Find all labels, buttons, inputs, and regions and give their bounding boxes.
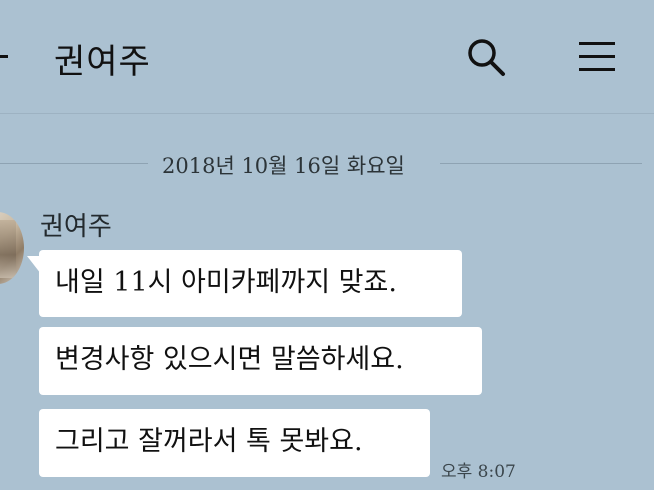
menu-line-bottom xyxy=(579,68,615,71)
message-bubble[interactable]: 그리고 잘꺼라서 톡 못봐요. xyxy=(39,409,430,477)
chat-title: 권여주 xyxy=(54,42,151,82)
back-arrow-icon[interactable] xyxy=(0,40,16,70)
sender-avatar[interactable] xyxy=(0,212,24,284)
hamburger-menu-icon[interactable] xyxy=(576,38,618,76)
date-divider-line-left xyxy=(0,163,148,164)
sender-name: 권여주 xyxy=(40,212,112,242)
search-icon-graphic xyxy=(468,39,505,76)
chat-header: 권여주 xyxy=(0,0,654,114)
back-arrow-stroke xyxy=(0,55,8,58)
menu-line-top xyxy=(579,42,615,45)
date-divider-line-right xyxy=(440,163,642,164)
message-bubble[interactable]: 내일 11시 아미카페까지 맞죠. xyxy=(39,250,462,317)
avatar-photo xyxy=(0,220,16,278)
menu-line-middle xyxy=(579,55,615,58)
date-divider-text: 2018년 10월 16일 화요일 xyxy=(162,154,405,178)
date-divider: 2018년 10월 16일 화요일 xyxy=(0,148,654,180)
search-icon[interactable] xyxy=(463,35,509,81)
message-bubble[interactable]: 변경사항 있으시면 말씀하세요. xyxy=(39,327,482,395)
message-timestamp: 오후 8:07 xyxy=(441,462,516,482)
